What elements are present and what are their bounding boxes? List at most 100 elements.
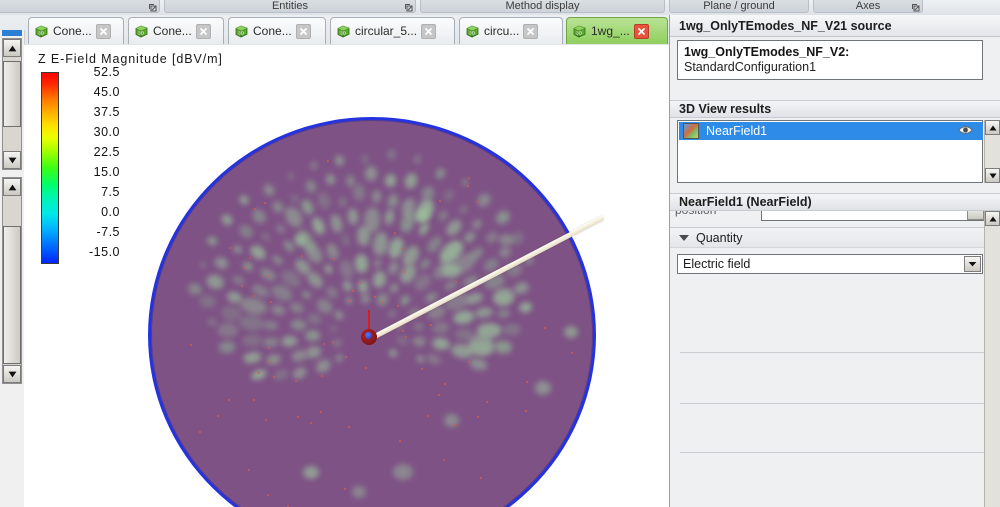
sample-point bbox=[217, 415, 219, 417]
ribbon-strip: Entities Method display Plane / ground A… bbox=[0, 0, 1000, 15]
sample-point bbox=[310, 422, 312, 424]
position-row-clipped[interactable]: position bbox=[675, 211, 991, 227]
source-summary-box[interactable]: 1wg_OnlyTEmodes_NF_V2: StandardConfigura… bbox=[677, 40, 983, 80]
colorbar-tick: 30.0 bbox=[93, 125, 120, 139]
scroll-down-button[interactable] bbox=[3, 151, 21, 169]
sample-point bbox=[295, 380, 297, 382]
scroll-up-button[interactable] bbox=[3, 39, 21, 57]
chevron-down-icon[interactable] bbox=[964, 256, 981, 272]
scrollbar-thumb[interactable] bbox=[3, 61, 21, 127]
field-lobe bbox=[387, 193, 399, 209]
panel-scrollbar-main[interactable] bbox=[984, 211, 1000, 507]
source-configuration: StandardConfiguration1 bbox=[684, 60, 817, 74]
scroll-down-button[interactable] bbox=[3, 365, 21, 383]
position-stepper[interactable] bbox=[967, 211, 984, 220]
tab-label: Cone... bbox=[253, 24, 292, 38]
field-lobe bbox=[535, 381, 551, 395]
field-lobe bbox=[353, 253, 369, 274]
field-lobe bbox=[452, 308, 476, 326]
field-lobe bbox=[431, 321, 451, 335]
sample-point bbox=[348, 426, 350, 428]
divider bbox=[680, 452, 986, 453]
field-lobe bbox=[230, 273, 246, 287]
field-lobe bbox=[198, 261, 208, 270]
feko-postfeko-window: Entities Method display Plane / ground A… bbox=[0, 0, 1000, 507]
sample-point bbox=[228, 399, 230, 401]
quantity-group-header[interactable]: Quantity bbox=[670, 228, 1000, 248]
field-lobe bbox=[444, 217, 465, 239]
sample-point bbox=[401, 248, 403, 250]
sample-point bbox=[258, 372, 260, 374]
colorbar-tick: 37.5 bbox=[93, 105, 120, 119]
list-item[interactable]: NearField1 bbox=[679, 122, 983, 140]
field-lobe bbox=[305, 312, 323, 327]
ribbon-group-method-display[interactable]: Method display bbox=[420, 0, 665, 13]
colorbar-tick: 15.0 bbox=[93, 165, 120, 179]
field-lobe bbox=[281, 334, 299, 348]
source-probe-marker[interactable] bbox=[361, 215, 605, 345]
field-lobe bbox=[386, 309, 397, 319]
field-lobe bbox=[261, 181, 276, 198]
ribbon-group-axes[interactable]: Axes bbox=[813, 0, 923, 13]
close-icon[interactable] bbox=[95, 23, 111, 39]
sample-point bbox=[443, 459, 445, 461]
scrollbar-upper-track[interactable] bbox=[2, 38, 22, 170]
field-lobe bbox=[265, 352, 283, 366]
tab-1wg-active[interactable]: 3D 1wg_... bbox=[566, 17, 668, 44]
3d-viewport[interactable]: Z E-Field Magnitude [dBV/m] 52.5 45.0 37… bbox=[24, 45, 669, 507]
field-lobe bbox=[356, 225, 371, 247]
scroll-up-button[interactable] bbox=[985, 211, 1000, 226]
field-lobe bbox=[470, 217, 484, 231]
field-lobe bbox=[499, 234, 513, 246]
tab-cone-3[interactable]: 3D Cone... bbox=[228, 17, 326, 44]
svg-text:3D: 3D bbox=[238, 30, 245, 35]
field-lobe bbox=[388, 348, 399, 358]
field-lobe bbox=[313, 355, 334, 376]
dialog-launcher-icon[interactable] bbox=[911, 3, 920, 12]
panel-scrollbar[interactable] bbox=[984, 120, 1000, 183]
scroll-up-button[interactable] bbox=[3, 178, 21, 196]
close-icon[interactable] bbox=[295, 23, 311, 39]
sample-point bbox=[344, 488, 346, 490]
scrollbar-thumb[interactable] bbox=[3, 226, 21, 364]
scrollbar-lower-track[interactable] bbox=[2, 177, 22, 384]
close-icon[interactable] bbox=[633, 23, 649, 39]
field-lobe bbox=[236, 221, 256, 241]
near-field-plot-disc[interactable] bbox=[148, 117, 596, 507]
eye-icon[interactable] bbox=[958, 124, 973, 136]
scroll-down-button[interactable] bbox=[985, 168, 1000, 183]
sample-point bbox=[253, 399, 255, 401]
ribbon-group-method-display-label: Method display bbox=[505, 0, 580, 12]
tab-circu[interactable]: 3D circu... bbox=[459, 17, 563, 44]
ribbon-group-plane-ground[interactable]: Plane / ground bbox=[669, 0, 809, 13]
sample-point bbox=[267, 361, 269, 363]
close-icon[interactable] bbox=[421, 23, 437, 39]
dialog-launcher-icon[interactable] bbox=[148, 3, 157, 12]
field-lobe bbox=[431, 337, 452, 352]
close-icon[interactable] bbox=[523, 23, 539, 39]
tab-circular-5[interactable]: 3D circular_5... bbox=[330, 17, 455, 44]
close-icon[interactable] bbox=[195, 23, 211, 39]
field-lobe bbox=[237, 193, 250, 207]
colorbar-title: Z E-Field Magnitude [dBV/m] bbox=[38, 52, 223, 66]
tab-cone-2[interactable]: 3D Cone... bbox=[128, 17, 224, 44]
dialog-launcher-icon[interactable] bbox=[404, 3, 413, 12]
field-lobe bbox=[457, 204, 469, 216]
results-list[interactable]: NearField1 bbox=[677, 120, 983, 183]
svg-text:3D: 3D bbox=[340, 30, 347, 35]
ribbon-group-axes-label: Axes bbox=[855, 0, 881, 12]
field-lobe bbox=[270, 303, 287, 317]
scroll-up-button[interactable] bbox=[985, 120, 1000, 135]
field-lobe bbox=[441, 187, 456, 204]
field-lobe bbox=[286, 172, 295, 181]
position-input[interactable] bbox=[761, 211, 986, 221]
field-lobe bbox=[413, 209, 429, 223]
sample-point bbox=[427, 415, 429, 417]
ribbon-group-entities[interactable]: Entities bbox=[164, 0, 416, 13]
tab-cone-1[interactable]: 3D Cone... bbox=[28, 17, 124, 44]
field-lobe bbox=[186, 281, 203, 297]
field-lobe bbox=[443, 413, 459, 427]
field-lobe bbox=[388, 282, 400, 295]
quantity-combo[interactable]: Electric field bbox=[677, 254, 983, 274]
ribbon-group-0[interactable] bbox=[0, 0, 160, 13]
